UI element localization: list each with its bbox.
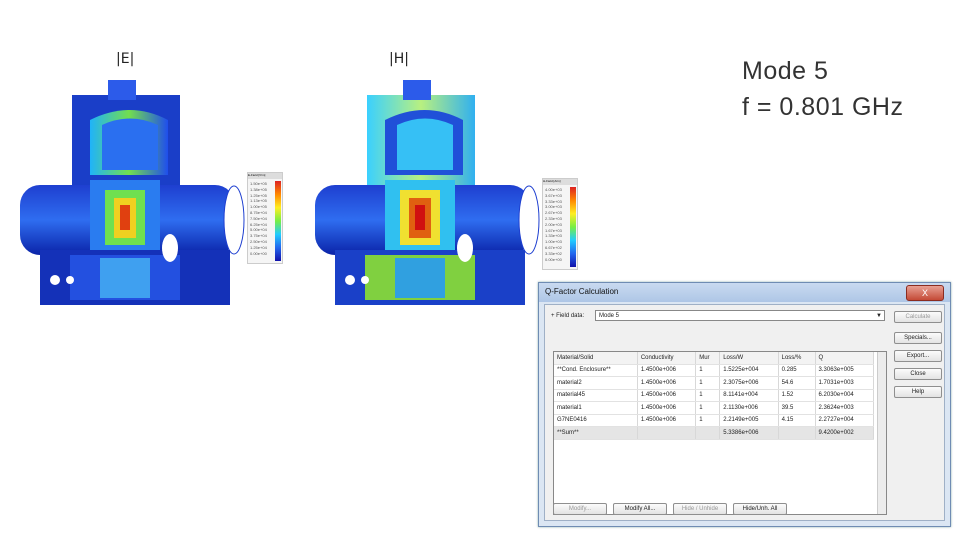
table-cell: 1: [695, 376, 721, 390]
chevron-down-icon: ▼: [876, 313, 882, 319]
column-header[interactable]: Conductivity: [637, 352, 697, 365]
legend-tick: 7.50e+04: [250, 215, 267, 221]
table-row[interactable]: material45 1.4500e+006 1 8.1141e+004 1.5…: [554, 389, 875, 402]
table-scrollbar[interactable]: [877, 352, 886, 514]
table-cell: [637, 426, 697, 440]
field-data-select[interactable]: Mode 5 ▼: [595, 310, 885, 321]
table-cell: G7NE0416: [554, 414, 638, 427]
dialog-titlebar[interactable]: Q-Factor Calculation X: [539, 283, 950, 302]
legend-tick: 8.75e+04: [250, 209, 267, 215]
table-row[interactable]: **Cond. Enclosure** 1.4500e+006 1 1.5225…: [554, 364, 875, 377]
table-cell: 2.3075e+006: [719, 376, 779, 390]
table-cell: 1.4500e+006: [637, 364, 697, 377]
modify-button[interactable]: Modify...: [553, 503, 607, 515]
e-field-label: |E|: [116, 51, 135, 67]
table-cell: 4.15: [778, 414, 816, 427]
table-cell: 1: [695, 401, 721, 415]
dialog-title: Q-Factor Calculation: [545, 287, 619, 296]
table-cell: 5.3386e+006: [719, 426, 779, 440]
legend-tick: 2.33e+03: [545, 215, 562, 221]
h-field-cavity-render: [315, 80, 540, 305]
close-icon[interactable]: X: [906, 285, 944, 301]
legend-title: E-Field [V/m]: [248, 173, 282, 179]
legend-tick: 3.33e+02: [545, 250, 562, 256]
table-row[interactable]: material2 1.4500e+006 1 2.3075e+006 54.6…: [554, 376, 875, 390]
modify-all-button[interactable]: Modify All...: [613, 503, 667, 515]
table-cell: 39.5: [778, 401, 816, 415]
table-cell: 54.6: [778, 376, 816, 390]
table-cell: 0.285: [778, 364, 816, 377]
column-header[interactable]: Mur: [695, 352, 721, 365]
legend-tick: 2.00e+03: [545, 221, 562, 227]
table-cell: 1.4500e+006: [637, 401, 697, 415]
table-header-row: Material/Solid Conductivity Mur Loss/W L…: [554, 352, 875, 365]
column-header[interactable]: Q: [815, 352, 875, 365]
legend-tick: 1.25e+04: [250, 244, 267, 250]
e-field-cavity-render: [20, 80, 245, 305]
specials-button[interactable]: Specials...: [894, 332, 942, 344]
column-header[interactable]: Material/Solid: [554, 352, 638, 365]
table-sum-row[interactable]: **Sum** 5.3386e+006 9.4200e+002: [554, 426, 875, 440]
table-cell: 6.2030e+004: [815, 389, 875, 402]
hide-unhide-button[interactable]: Hide / Unhide: [673, 503, 727, 515]
export-button[interactable]: Export...: [894, 350, 942, 362]
field-data-label: + Field data:: [551, 313, 585, 319]
legend-tick: 3.67e+03: [545, 192, 562, 198]
h-field-color-legend: H-Field [A/m] 4.00e+03 3.67e+03 3.33e+03…: [542, 178, 578, 270]
legend-tick: 2.50e+04: [250, 238, 267, 244]
table-cell: **Cond. Enclosure**: [554, 364, 638, 377]
help-button[interactable]: Help: [894, 386, 942, 398]
h-field-label: |H|: [389, 51, 409, 67]
h-field-color-bar: [570, 187, 576, 267]
column-header[interactable]: Loss/W: [719, 352, 779, 365]
table-cell: 9.4200e+002: [815, 426, 875, 440]
table-cell: material45: [554, 389, 638, 402]
hide-unhide-all-button[interactable]: Hide/Unh. All: [733, 503, 787, 515]
table-cell: 1.4500e+006: [637, 389, 697, 402]
table-cell: **Sum**: [554, 426, 638, 440]
mode-frequency: f = 0.801 GHz: [742, 93, 904, 121]
table-cell: [778, 426, 816, 440]
legend-title: H-Field [A/m]: [543, 179, 577, 185]
results-table[interactable]: Material/Solid Conductivity Mur Loss/W L…: [553, 351, 887, 515]
table-cell: 8.1141e+004: [719, 389, 779, 402]
table-cell: [695, 426, 721, 440]
legend-tick: 1.38e+05: [250, 186, 267, 192]
table-cell: 1.5225e+004: [719, 364, 779, 377]
table-cell: 1.7031e+003: [815, 376, 875, 390]
table-cell: 1: [695, 364, 721, 377]
e-field-color-bar: [275, 181, 281, 261]
mode-number: Mode 5: [742, 57, 829, 85]
table-cell: 1.4500e+006: [637, 376, 697, 390]
table-row[interactable]: G7NE0416 1.4500e+006 1 2.2149e+005 4.15 …: [554, 414, 875, 427]
table-cell: material2: [554, 376, 638, 390]
legend-tick: 0.00e+00: [545, 256, 562, 262]
table-cell: 3.3063e+005: [815, 364, 875, 377]
field-data-value: Mode 5: [599, 313, 620, 319]
table-row[interactable]: material1 1.4500e+006 1 2.1130e+006 39.5…: [554, 401, 875, 415]
legend-tick: 6.67e+02: [545, 244, 562, 250]
table-cell: 1.4500e+006: [637, 414, 697, 427]
table-cell: 2.2149e+005: [719, 414, 779, 427]
legend-tick: 0.00e+00: [250, 250, 267, 256]
table-cell: 2.3624e+003: [815, 401, 875, 415]
e-field-color-legend: E-Field [V/m] 1.50e+05 1.38e+05 1.25e+05…: [247, 172, 283, 264]
dialog-client-area: + Field data: Mode 5 ▼ Material/Solid Co…: [544, 304, 945, 521]
calculate-button[interactable]: Calculate: [894, 311, 942, 323]
q-factor-dialog: Q-Factor Calculation X + Field data: Mod…: [538, 282, 951, 527]
legend-tick: 4.00e+03: [545, 187, 562, 192]
table-cell: 1: [695, 414, 721, 427]
column-header[interactable]: Loss/%: [778, 352, 816, 365]
legend-tick: 1.50e+05: [250, 181, 267, 186]
table-cell: 2.2727e+004: [815, 414, 875, 427]
table-cell: 1: [695, 389, 721, 402]
close-button[interactable]: Close: [894, 368, 942, 380]
table-cell: material1: [554, 401, 638, 415]
table-cell: 2.1130e+006: [719, 401, 779, 415]
table-cell: 1.52: [778, 389, 816, 402]
